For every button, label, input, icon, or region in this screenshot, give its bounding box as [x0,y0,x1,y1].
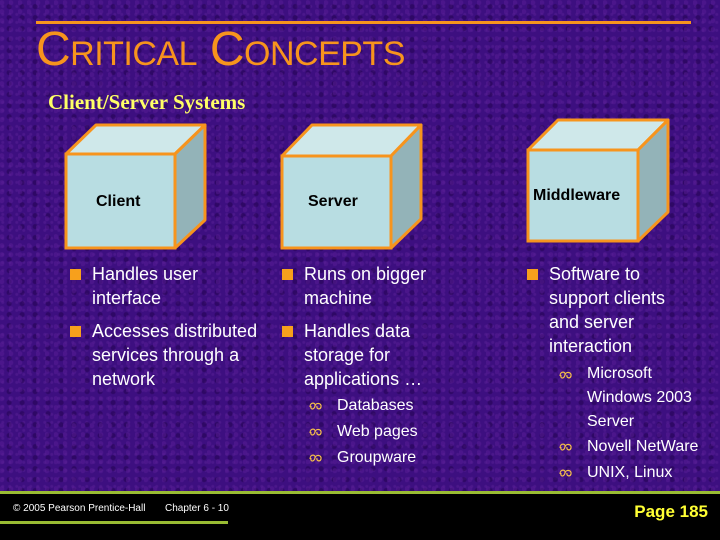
sub-bullet-item: Novell NetWare [559,434,712,460]
cube-shape [280,123,423,250]
footer-rule [0,491,720,494]
bullet-item: Software to support clients and server i… [527,262,699,358]
page-number: Page 185 [634,502,708,521]
bullet-text: Accesses distributed services through a … [92,321,258,389]
square-bullet-icon [70,326,81,337]
client-cube: Client [62,122,210,252]
slide-subtitle: Client/Server Systems [48,90,246,114]
footer-underline [0,521,228,524]
sub-bullet-text: Web pages [337,423,418,440]
loop-bullet-icon [559,469,572,477]
sub-bullet-text: Novell NetWare [587,438,699,455]
middleware-column: Software to support clients and server i… [527,262,712,486]
bullet-item: Handles user interface [70,262,270,310]
square-bullet-icon [70,269,81,280]
sub-bullet-item: Groupware [309,445,457,471]
bullet-text: Runs on bigger machine [304,264,427,308]
cube-label-client: Client [96,193,141,210]
footer-chapter: Chapter 6 - 10 [165,503,229,514]
sub-bullet-item: Web pages [309,419,457,445]
loop-bullet-icon [559,371,572,379]
cube-label-middleware: Middleware [533,187,621,204]
bullet-text: Software to support clients and server i… [549,264,666,356]
sub-bullet-item: Databases [309,393,457,419]
sub-bullet-item: Microsoft Windows 2003 Server [559,362,717,434]
footer-copyright: © 2005 Pearson Prentice-Hall [13,503,146,514]
middleware-cube: Middleware [524,116,674,246]
cube-shape [526,118,670,243]
sub-bullet-text: Groupware [337,449,417,466]
loop-bullet-icon [309,428,322,436]
server-cube: Server [278,122,426,252]
bullet-item: Handles data storage for applications … [282,319,457,391]
server-column: Runs on bigger machine Handles data stor… [282,262,457,471]
square-bullet-icon [282,326,293,337]
bullet-item: Accesses distributed services through a … [70,319,267,391]
bullet-text: Handles user interface [92,264,199,308]
square-bullet-icon [527,269,538,280]
loop-bullet-icon [309,402,322,410]
sub-bullet-text: Microsoft Windows 2003 Server [587,365,692,430]
sub-bullet-item: UNIX, Linux [559,460,712,486]
slide-title: Critical Concepts [36,23,405,76]
client-column: Handles user interface Accesses distribu… [70,262,270,400]
footer-band [0,493,720,540]
square-bullet-icon [282,269,293,280]
loop-bullet-icon [559,443,572,451]
bullet-item: Runs on bigger machine [282,262,457,310]
sub-bullet-text: Databases [337,397,414,414]
cube-shape [64,123,207,250]
cube-label-server: Server [308,193,358,210]
loop-bullet-icon [309,454,322,462]
bullet-text: Handles data storage for applications … [304,321,423,389]
sub-bullet-text: UNIX, Linux [587,464,673,481]
